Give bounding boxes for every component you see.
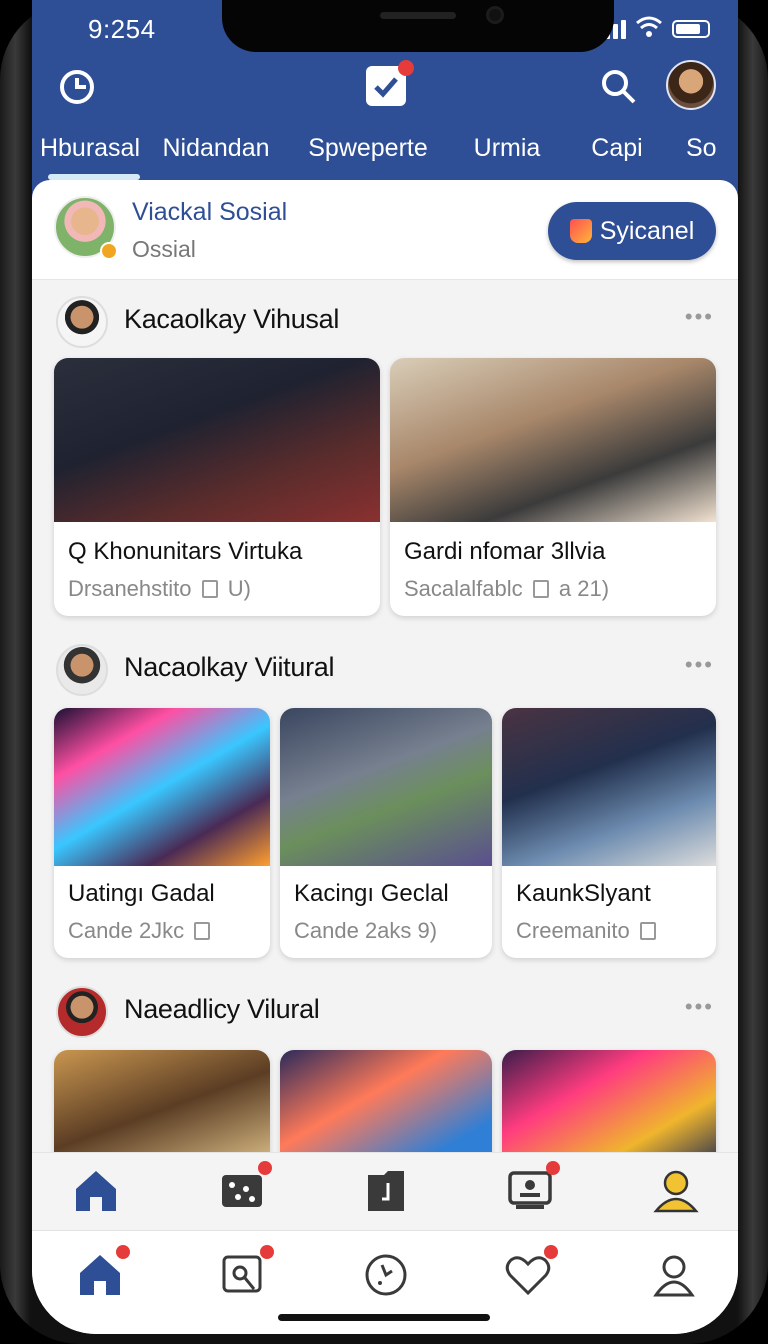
tab-4[interactable]: Capi: [562, 126, 672, 178]
clock-icon[interactable]: [362, 1251, 410, 1299]
section-header: Nacaolkay Viitural •••: [32, 638, 738, 698]
post-meta: Drsanehstito: [68, 576, 192, 601]
status-time: 9:254: [88, 14, 156, 44]
notification-badge: [258, 1161, 272, 1175]
section-title[interactable]: Kacaolkay Vihusal: [124, 304, 339, 335]
home-indicator[interactable]: [278, 1314, 490, 1321]
channel-button-label: Syicanel: [599, 216, 695, 245]
home-icon[interactable]: [72, 1167, 120, 1215]
category-tabs: Hburasal Nidandan Spweperte Urmia Capi S…: [32, 126, 738, 178]
post-image: [390, 358, 716, 522]
section-title[interactable]: Naeadlicy Vilural: [124, 994, 320, 1025]
post-card[interactable]: Q Khonunitars Virtuka Drsanehstito U): [54, 358, 380, 616]
post-card[interactable]: Kacingı Geclal Cande 2aks 9): [280, 708, 492, 958]
post-title: Q Khonunitars Virtuka: [68, 538, 303, 565]
more-options-icon[interactable]: •••: [685, 652, 714, 678]
tab-2[interactable]: Spweperte: [284, 126, 452, 178]
post-subtitle: Drsanehstito U): [68, 576, 251, 602]
post-meta-suffix: a 21): [558, 576, 610, 601]
notification-badge: [260, 1245, 274, 1259]
post-image: [280, 708, 492, 866]
notification-badge: [116, 1245, 130, 1259]
post-title: KaunkSlyant: [516, 880, 651, 907]
heart-icon[interactable]: [504, 1245, 558, 1299]
gift-icon: [569, 219, 592, 243]
trash-icon[interactable]: [639, 922, 656, 940]
post-subtitle: Creemanito: [516, 918, 660, 944]
gallery-icon[interactable]: [218, 1161, 272, 1215]
post-card[interactable]: Gardi nfomar 3llvia Sacalalfablc a 21): [390, 358, 716, 616]
section-avatar[interactable]: [56, 986, 108, 1038]
battery-icon: [672, 20, 710, 38]
trash-icon[interactable]: [532, 580, 549, 598]
post-subtitle: Cande 2Jkc: [68, 918, 214, 944]
notification-badge: [546, 1161, 560, 1175]
home-icon[interactable]: [76, 1245, 130, 1299]
user-icon[interactable]: [650, 1251, 698, 1299]
post-title: Uatingı Gadal: [68, 880, 215, 907]
front-camera: [486, 6, 504, 24]
tab-0[interactable]: Hburasal: [32, 126, 148, 178]
tab-1[interactable]: Nidandan: [148, 126, 284, 178]
post-meta: Sacalalfablc: [404, 576, 523, 601]
more-options-icon[interactable]: •••: [685, 304, 714, 330]
post-card[interactable]: KaunkSlyant Creemanito: [502, 708, 716, 958]
tasks-check-icon[interactable]: [366, 60, 414, 106]
post-image: [502, 708, 716, 866]
post-title: Kacingı Geclal: [294, 880, 449, 907]
section-header: Naeadlicy Vilural •••: [32, 980, 738, 1040]
search-icon[interactable]: [598, 66, 638, 106]
notification-badge: [544, 1245, 558, 1259]
tab-5[interactable]: So: [672, 126, 738, 178]
user-avatar[interactable]: [666, 60, 716, 110]
post-image: [54, 708, 270, 866]
post-subtitle: Sacalalfablc a 21): [404, 576, 609, 602]
music-icon[interactable]: [362, 1167, 410, 1215]
section-title[interactable]: Nacaolkay Viitural: [124, 652, 335, 683]
search-icon[interactable]: [220, 1245, 274, 1299]
section-header: Kacaolkay Vihusal •••: [32, 290, 738, 350]
trash-icon[interactable]: [201, 580, 218, 598]
secondary-nav-bar: [32, 1152, 738, 1230]
app-logo-icon[interactable]: [58, 68, 96, 106]
profile-subtitle: Ossial: [132, 236, 196, 262]
screen: 9:254 Hburasal Nidandan Spweperte Urmia …: [32, 0, 738, 1334]
profile-name[interactable]: Viackal Sosial: [132, 198, 287, 227]
wifi-icon: [636, 16, 662, 37]
channel-button[interactable]: Syicanel: [548, 202, 716, 260]
more-options-icon[interactable]: •••: [685, 994, 714, 1020]
post-meta: Cande 2Jkc: [68, 918, 185, 943]
phone-frame: 9:254 Hburasal Nidandan Spweperte Urmia …: [0, 0, 768, 1344]
speaker: [380, 12, 456, 19]
post-meta: Creemanito: [516, 918, 630, 943]
profile-icon[interactable]: [652, 1167, 700, 1215]
post-image: [54, 358, 380, 522]
post-card[interactable]: Uatingı Gadal Cande 2Jkc: [54, 708, 270, 958]
tab-3[interactable]: Urmia: [452, 126, 562, 178]
notch: [222, 0, 614, 52]
notification-badge: [398, 60, 414, 76]
trash-icon[interactable]: [194, 922, 211, 940]
post-title: Gardi nfomar 3llvia: [404, 538, 606, 565]
status-badge: [100, 242, 118, 260]
video-icon[interactable]: [506, 1161, 560, 1215]
section-avatar[interactable]: [56, 644, 108, 696]
post-subtitle: Cande 2aks 9): [294, 918, 438, 943]
section-avatar[interactable]: [56, 296, 108, 348]
post-meta-suffix: U): [227, 576, 251, 601]
profile-card: Viackal Sosial Ossial Syicanel: [32, 180, 738, 280]
